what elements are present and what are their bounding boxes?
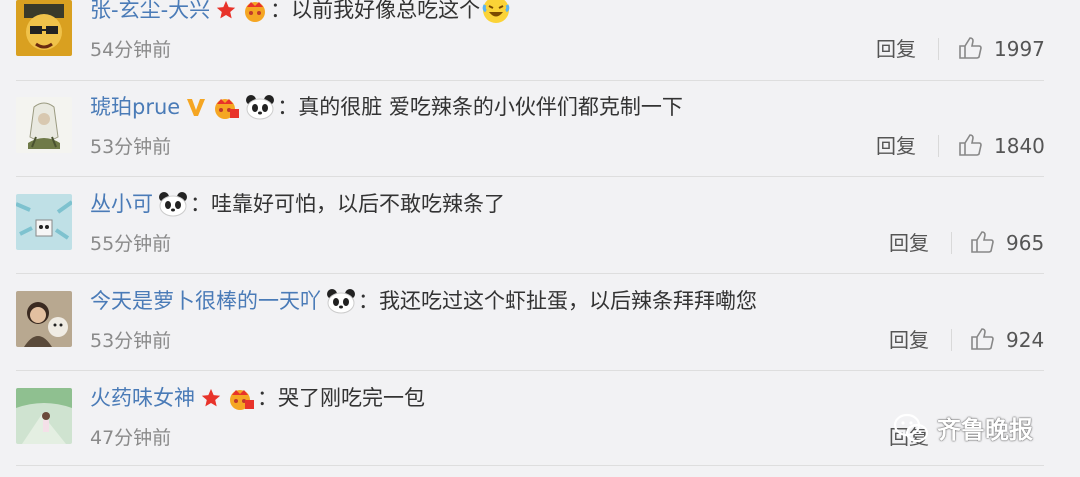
avatar[interactable]	[16, 97, 72, 153]
username-link[interactable]: 琥珀prue	[90, 87, 180, 127]
avatar[interactable]	[16, 291, 72, 347]
panda-icon	[245, 94, 275, 120]
avatar[interactable]	[16, 388, 72, 444]
comment-item: 张-玄尘-大兴 ： 以前我好像总吃这个 54分钟前 回复 1997	[0, 0, 1080, 87]
reply-button[interactable]: 回复	[889, 327, 929, 353]
panda-icon	[158, 191, 188, 217]
like-count: 924	[1006, 328, 1045, 352]
colon-separator: ：	[257, 386, 278, 410]
comment-item: 今天是萝卜很棒的一天吖 ： 我还吃过这个虾扯蛋，以后辣条拜拜嘞您 53分钟前 回…	[0, 281, 1080, 378]
colon-separator: ：	[190, 192, 211, 216]
crown-icon	[242, 0, 268, 22]
action-divider	[951, 329, 952, 351]
comment-divider	[16, 370, 1044, 371]
comment-line: 琥珀prue ： 真的很脏 爱吃辣条的小伙伴们都克制一下	[90, 87, 683, 127]
comment-timestamp: 54分钟前	[90, 39, 172, 61]
comment-text: 以前我好像总吃这个	[291, 0, 481, 22]
comment-divider	[16, 273, 1044, 274]
colon-separator: ：	[358, 289, 379, 313]
comment-timestamp: 53分钟前	[90, 136, 172, 158]
username-link[interactable]: 火药味女神	[90, 378, 195, 418]
reply-button[interactable]: 回复	[876, 133, 916, 159]
comment-line: 今天是萝卜很棒的一天吖 ： 我还吃过这个虾扯蛋，以后辣条拜拜嘞您	[90, 281, 757, 321]
action-divider	[938, 135, 939, 157]
laughing-emoji-icon	[481, 0, 511, 25]
comment-timestamp: 53分钟前	[90, 330, 172, 352]
thumbs-up-icon[interactable]	[969, 229, 995, 255]
comment-text: 哇靠好可怕，以后不敢吃辣条了	[211, 192, 505, 216]
comment-divider	[16, 176, 1044, 177]
like-count: 965	[1006, 231, 1045, 255]
crown-icon	[227, 386, 255, 410]
thumbs-up-icon[interactable]	[969, 326, 995, 352]
colon-separator: ：	[277, 95, 299, 119]
comment-item: 琥珀prue ： 真的很脏 爱吃辣条的小伙伴们都克制一下 53分钟前 回复 18…	[0, 87, 1080, 184]
reply-button[interactable]: 回复	[876, 36, 916, 62]
thumbs-up-icon[interactable]	[957, 35, 983, 61]
watermark: 齐鲁晚报	[893, 410, 1033, 445]
action-divider	[938, 38, 939, 60]
comment-timestamp: 55分钟前	[90, 233, 172, 255]
star-icon	[200, 387, 222, 409]
username-link[interactable]: 张-玄尘-大兴	[90, 0, 210, 30]
comment-text: 哭了刚吃完一包	[278, 386, 425, 410]
username-link[interactable]: 今天是萝卜很棒的一天吖	[90, 281, 321, 321]
comment-divider	[16, 465, 1044, 466]
avatar[interactable]	[16, 0, 72, 56]
comment-line: 张-玄尘-大兴 ： 以前我好像总吃这个	[90, 0, 511, 30]
username-link[interactable]: 丛小可	[90, 184, 153, 224]
like-count: 1840	[994, 134, 1045, 158]
thumbs-up-icon[interactable]	[957, 132, 983, 158]
watermark-text: 齐鲁晚报	[937, 416, 1033, 444]
comment-item: 丛小可 ： 哇靠好可怕，以后不敢吃辣条了 55分钟前 回复 965	[0, 184, 1080, 281]
comment-divider	[16, 80, 1044, 81]
crown-icon	[212, 95, 240, 119]
reply-button[interactable]: 回复	[889, 230, 929, 256]
like-count: 1997	[994, 37, 1045, 61]
star-icon	[215, 0, 237, 21]
comment-line: 丛小可 ： 哇靠好可怕，以后不敢吃辣条了	[90, 184, 505, 224]
wechat-icon	[893, 413, 929, 442]
comment-text: 我还吃过这个虾扯蛋，以后辣条拜拜嘞您	[379, 289, 757, 313]
action-divider	[951, 232, 952, 254]
comment-text: 真的很脏 爱吃辣条的小伙伴们都克制一下	[298, 95, 683, 119]
comment-timestamp: 47分钟前	[90, 427, 172, 449]
avatar[interactable]	[16, 194, 72, 250]
verified-v-icon	[185, 96, 207, 118]
panda-icon	[326, 288, 356, 314]
colon-separator: ：	[270, 0, 292, 22]
comment-line: 火药味女神 ： 哭了刚吃完一包	[90, 378, 425, 418]
